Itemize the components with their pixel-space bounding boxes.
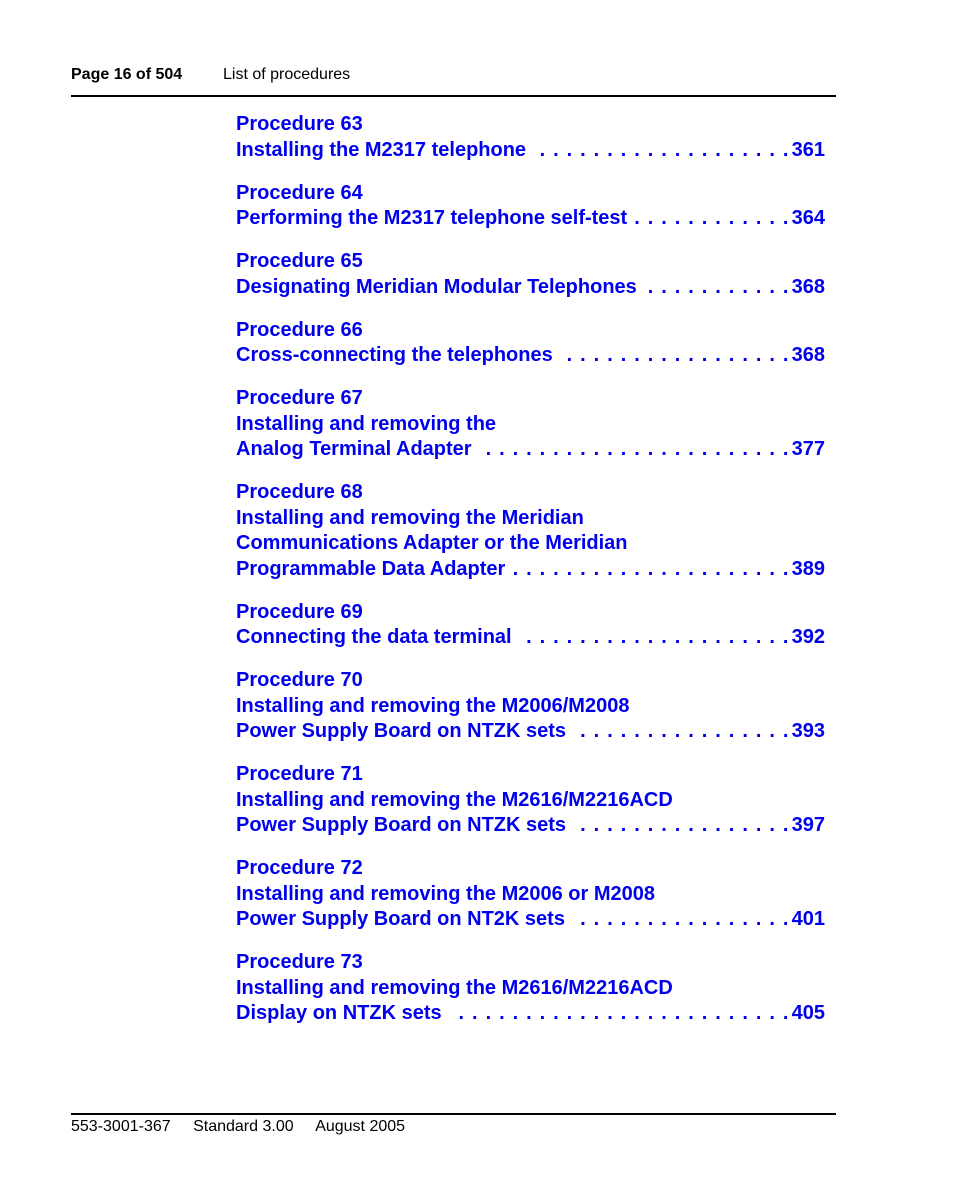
page-reference[interactable]: 364 bbox=[792, 206, 825, 232]
dot-leader: . . . . . . . . . . . . . . . . . . . . … bbox=[574, 720, 790, 742]
procedure-title-line[interactable]: Power Supply Board on NT2K sets bbox=[236, 907, 565, 933]
doc-number: 553-3001-367 bbox=[71, 1118, 171, 1135]
procedure-title-line[interactable]: Installing and removing the M2616/M2216A… bbox=[236, 976, 825, 1002]
page-header: Page 16 of 504 List of procedures bbox=[71, 66, 350, 84]
dot-leader: . . . . . . . . . . . . . . . . . . . . … bbox=[513, 557, 790, 580]
procedure-title-line[interactable]: Display on NTZK sets bbox=[236, 1001, 442, 1027]
dot-leader: . . . . . . . . . . . . . . . . . . . . … bbox=[573, 908, 790, 930]
dot-leader: . . . . . . . . . . . . . . . . . . . . … bbox=[645, 275, 790, 298]
page-reference[interactable]: 368 bbox=[792, 275, 825, 301]
procedure-title-line[interactable]: Installing and removing the M2006/M2008 bbox=[236, 694, 825, 720]
dot-leader: . . . . . . . . . . . . . . . . . . . . … bbox=[574, 814, 790, 836]
procedure-number[interactable]: Procedure 67 bbox=[236, 386, 825, 412]
page-reference[interactable]: 393 bbox=[792, 719, 825, 745]
procedure-title-line[interactable]: Connecting the data terminal bbox=[236, 625, 512, 651]
dot-leader: . . . . . . . . . . . . . . . . . . . . … bbox=[520, 626, 790, 648]
procedure-link[interactable]: Procedure 65 Designating Meridian Modular… bbox=[236, 249, 825, 300]
procedure-number[interactable]: Procedure 70 bbox=[236, 668, 825, 694]
procedure-link[interactable]: Procedure 67 Installing and removing the A… bbox=[236, 386, 825, 463]
procedure-title-line[interactable]: Installing the M2317 telephone bbox=[236, 138, 526, 164]
procedure-number[interactable]: Procedure 65 bbox=[236, 249, 825, 275]
procedure-link[interactable]: Procedure 69 Connecting the data terminal… bbox=[236, 600, 825, 651]
procedure-link[interactable]: Procedure 70 Installing and removing the … bbox=[236, 668, 825, 745]
procedure-number[interactable]: Procedure 66 bbox=[236, 318, 825, 344]
dot-leader: . . . . . . . . . . . . . . . . . . . . … bbox=[534, 138, 790, 161]
dot-leader: . . . . . . . . . . . . . . . . . . . . … bbox=[635, 207, 790, 229]
procedure-title-line[interactable]: Programmable Data Adapter bbox=[236, 557, 505, 583]
procedure-link[interactable]: Procedure 72 Installing and removing the … bbox=[236, 856, 825, 933]
procedure-title-line[interactable]: Power Supply Board on NTZK sets bbox=[236, 813, 566, 839]
page-reference[interactable]: 392 bbox=[792, 625, 825, 651]
procedure-title-line[interactable]: Analog Terminal Adapter bbox=[236, 437, 472, 463]
procedure-number[interactable]: Procedure 71 bbox=[236, 762, 825, 788]
procedure-number[interactable]: Procedure 69 bbox=[236, 600, 825, 626]
footer-rule bbox=[71, 1113, 836, 1115]
procedure-link[interactable]: Procedure 71 Installing and removing the … bbox=[236, 762, 825, 839]
procedure-link[interactable]: Procedure 63 Installing the M2317 telepho… bbox=[236, 112, 825, 163]
procedure-title-line[interactable]: Installing and removing the M2616/M2216A… bbox=[236, 788, 825, 814]
page-reference[interactable]: 397 bbox=[792, 813, 825, 839]
page-number: Page 16 of 504 bbox=[71, 66, 183, 83]
header-rule bbox=[71, 95, 836, 97]
procedure-link[interactable]: Procedure 66 Cross-connecting the telepho… bbox=[236, 318, 825, 369]
page-footer: 553-3001-367 Standard 3.00 August 2005 bbox=[71, 1118, 423, 1136]
procedure-list: Procedure 63 Installing the M2317 telepho… bbox=[236, 112, 825, 1044]
page-reference[interactable]: 401 bbox=[792, 907, 825, 933]
page-reference[interactable]: 389 bbox=[792, 557, 825, 583]
procedure-number[interactable]: Procedure 73 bbox=[236, 950, 825, 976]
dot-leader: . . . . . . . . . . . . . . . . . . . . … bbox=[480, 438, 790, 460]
procedure-number[interactable]: Procedure 68 bbox=[236, 480, 825, 506]
procedure-title-line[interactable]: Installing and removing the Meridian bbox=[236, 506, 825, 532]
procedure-link[interactable]: Procedure 68 Installing and removing the … bbox=[236, 480, 825, 582]
dot-leader: . . . . . . . . . . . . . . . . . . . . … bbox=[450, 1002, 790, 1024]
procedure-title-line[interactable]: Performing the M2317 telephone self-test bbox=[236, 206, 627, 232]
dot-leader: . . . . . . . . . . . . . . . . . . . . … bbox=[561, 344, 790, 366]
procedure-title-line[interactable]: Installing and removing the bbox=[236, 412, 825, 438]
page-reference[interactable]: 361 bbox=[792, 138, 825, 164]
procedure-title-line[interactable]: Communications Adapter or the Meridian bbox=[236, 531, 825, 557]
procedure-title-line[interactable]: Power Supply Board on NTZK sets bbox=[236, 719, 566, 745]
procedure-title-line[interactable]: Installing and removing the M2006 or M20… bbox=[236, 882, 825, 908]
page-reference[interactable]: 368 bbox=[792, 343, 825, 369]
procedure-title-line[interactable]: Cross-connecting the telephones bbox=[236, 343, 553, 369]
procedure-title-line[interactable]: Designating Meridian Modular Telephones bbox=[236, 275, 637, 301]
section-title: List of procedures bbox=[223, 66, 351, 83]
publish-date: August 2005 bbox=[315, 1118, 406, 1135]
procedure-number[interactable]: Procedure 72 bbox=[236, 856, 825, 882]
procedure-number[interactable]: Procedure 64 bbox=[236, 181, 825, 207]
procedure-link[interactable]: Procedure 73 Installing and removing the … bbox=[236, 950, 825, 1027]
page-reference[interactable]: 377 bbox=[792, 437, 825, 463]
procedure-number[interactable]: Procedure 63 bbox=[236, 112, 825, 138]
standard-version: Standard 3.00 bbox=[193, 1118, 294, 1135]
page-reference[interactable]: 405 bbox=[792, 1001, 825, 1027]
procedure-link[interactable]: Procedure 64 Performing the M2317 telepho… bbox=[236, 181, 825, 232]
